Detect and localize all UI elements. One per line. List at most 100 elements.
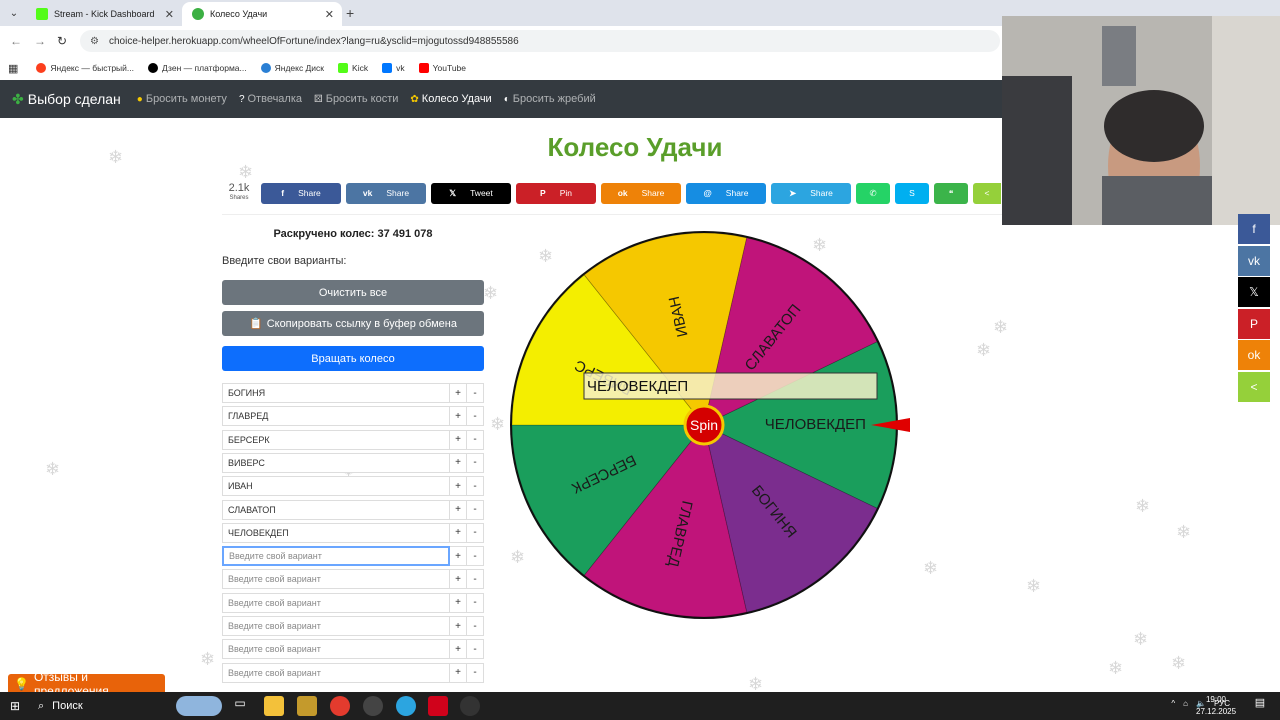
nav-wheel[interactable]: ✿ Колесо Удачи bbox=[410, 93, 491, 105]
nav-answer[interactable]: ? Отвечалка bbox=[239, 93, 302, 105]
remove-option-button[interactable]: - bbox=[467, 592, 484, 613]
add-option-button[interactable]: + bbox=[450, 429, 467, 450]
add-option-button[interactable]: + bbox=[450, 406, 467, 427]
site-info-icon[interactable]: ⚙ bbox=[90, 36, 99, 47]
url-field[interactable]: ⚙ choice-helper.herokuapp.com/wheelOfFor… bbox=[80, 30, 1000, 52]
back-icon[interactable]: ← bbox=[10, 34, 22, 48]
app-b-icon[interactable] bbox=[428, 696, 448, 716]
tray-chevron-icon[interactable]: ^ bbox=[1171, 699, 1175, 708]
nav-coin[interactable]: ● Бросить монету bbox=[137, 93, 227, 105]
option-input[interactable]: ЧЕЛОВЕКДЕП bbox=[222, 522, 450, 543]
tab-kick-dashboard[interactable]: Stream - Kick Dashboard ✕ bbox=[26, 2, 182, 26]
close-tab-icon[interactable]: ✕ bbox=[165, 8, 174, 21]
add-option-button[interactable]: + bbox=[450, 499, 467, 520]
windows-start-icon[interactable]: ⊞ bbox=[10, 699, 24, 713]
file-explorer-icon[interactable] bbox=[264, 696, 284, 716]
remove-option-button[interactable]: - bbox=[467, 569, 484, 590]
task-view-icon[interactable]: ▭ bbox=[230, 696, 250, 716]
tab-wheel-of-fortune[interactable]: Колесо Удачи ✕ bbox=[182, 2, 342, 26]
option-input[interactable]: ИВАН bbox=[222, 476, 450, 497]
option-input[interactable]: БЕРСЕРК bbox=[222, 429, 450, 450]
option-input[interactable]: Введите свой вариант bbox=[222, 639, 450, 660]
tab-search-icon[interactable]: ⌄ bbox=[4, 3, 24, 23]
notifications-icon[interactable]: ▤ bbox=[1250, 696, 1270, 716]
share-telegram-button[interactable]: ➤ Share bbox=[771, 182, 851, 204]
share-mail-button[interactable]: @ Share bbox=[686, 182, 766, 204]
remove-option-button[interactable]: - bbox=[467, 639, 484, 660]
bookmark-kick[interactable]: Kick bbox=[338, 63, 368, 73]
share-more-button[interactable]: < bbox=[973, 182, 1001, 204]
nav-lot[interactable]: ◐ Бросить жребий bbox=[504, 93, 596, 105]
option-input[interactable]: СЛАВАТОП bbox=[222, 499, 450, 520]
share-facebook-button[interactable]: f Share bbox=[261, 182, 341, 204]
remove-option-button[interactable]: - bbox=[467, 522, 484, 543]
search-highlight-icon[interactable] bbox=[176, 696, 222, 716]
option-input[interactable]: Введите свой вариант bbox=[222, 592, 450, 613]
brand-link[interactable]: ✤ Выбор сделан bbox=[12, 91, 121, 108]
share-vk-button[interactable]: vk Share bbox=[346, 182, 426, 204]
new-tab-icon[interactable]: + bbox=[346, 5, 354, 21]
remove-option-button[interactable]: - bbox=[467, 429, 484, 450]
remove-option-button[interactable]: - bbox=[467, 383, 484, 403]
share-messenger-button[interactable]: ❝ bbox=[934, 182, 968, 204]
clear-all-button[interactable]: Очистить все bbox=[222, 280, 484, 305]
option-input[interactable]: ГЛАВРЕД bbox=[222, 406, 450, 427]
add-option-button[interactable]: + bbox=[450, 522, 467, 543]
forward-icon[interactable]: → bbox=[34, 34, 46, 48]
wheel-of-fortune[interactable]: ЧЕЛОВЕКДЕПБОГИНЯГЛАВРЕДБЕРСЕРКВИВЕРСИВАН… bbox=[505, 225, 915, 625]
add-option-button[interactable]: + bbox=[450, 476, 467, 497]
option-input[interactable]: Введите свой вариант bbox=[222, 546, 450, 567]
side-share-button[interactable]: P bbox=[1238, 308, 1270, 339]
remove-option-button[interactable]: - bbox=[467, 476, 484, 497]
bookmark-vk[interactable]: vk bbox=[382, 63, 405, 73]
copy-link-button[interactable]: 📋 Скопировать ссылку в буфер обмена bbox=[222, 311, 484, 336]
option-input[interactable]: ВИВЕРС bbox=[222, 452, 450, 473]
apps-icon[interactable]: ▦ bbox=[8, 62, 18, 75]
bookmark-dzen[interactable]: Дзен — платформа... bbox=[148, 63, 247, 73]
bookmark-youtube[interactable]: YouTube bbox=[418, 63, 466, 73]
side-share-button[interactable]: f bbox=[1238, 214, 1270, 244]
share-x-button[interactable]: 𝕏 Tweet bbox=[431, 182, 511, 204]
option-row: Введите свой вариант + - bbox=[222, 592, 484, 613]
add-option-button[interactable]: + bbox=[450, 616, 467, 636]
remove-option-button[interactable]: - bbox=[467, 452, 484, 473]
feedback-button[interactable]: 💡 Отзывы и предложения bbox=[8, 670, 165, 698]
close-tab-icon[interactable]: ✕ bbox=[325, 8, 334, 21]
taskbar-clock[interactable]: 19:00 27.12.2025 bbox=[1196, 694, 1236, 718]
reload-icon[interactable]: ↻ bbox=[57, 34, 67, 48]
option-input[interactable]: Введите свой вариант bbox=[222, 662, 450, 683]
network-icon[interactable]: ⌂ bbox=[1183, 699, 1188, 708]
option-input[interactable]: Введите свой вариант bbox=[222, 569, 450, 590]
media-player-icon[interactable] bbox=[460, 696, 480, 716]
side-share-button[interactable]: < bbox=[1238, 372, 1270, 402]
option-input[interactable]: БОГИНЯ bbox=[222, 383, 450, 403]
nav-dice[interactable]: ⚄ Бросить кости bbox=[314, 93, 398, 105]
spin-wheel-button[interactable]: Вращать колесо bbox=[222, 346, 484, 371]
add-option-button[interactable]: + bbox=[450, 383, 467, 403]
add-option-button[interactable]: + bbox=[450, 592, 467, 613]
remove-option-button[interactable]: - bbox=[467, 616, 484, 636]
share-ok-button[interactable]: ok Share bbox=[601, 182, 681, 204]
remove-option-button[interactable]: - bbox=[467, 662, 484, 683]
remove-option-button[interactable]: - bbox=[467, 546, 484, 567]
option-input[interactable]: Введите свой вариант bbox=[222, 616, 450, 636]
obs-icon[interactable] bbox=[363, 696, 383, 716]
remove-option-button[interactable]: - bbox=[467, 406, 484, 427]
bookmark-yandex[interactable]: Яндекс — быстрый... bbox=[36, 63, 134, 73]
add-option-button[interactable]: + bbox=[450, 546, 467, 567]
side-share-button[interactable]: vk bbox=[1238, 245, 1270, 276]
share-pinterest-button[interactable]: P Pin bbox=[516, 182, 596, 204]
side-share-button[interactable]: 𝕏 bbox=[1238, 277, 1270, 308]
wow-app-icon[interactable] bbox=[297, 696, 317, 716]
telegram-app-icon[interactable] bbox=[396, 696, 416, 716]
add-option-button[interactable]: + bbox=[450, 662, 467, 683]
share-skype-button[interactable]: S bbox=[895, 182, 929, 204]
side-share-button[interactable]: ok bbox=[1238, 340, 1270, 371]
add-option-button[interactable]: + bbox=[450, 569, 467, 590]
add-option-button[interactable]: + bbox=[450, 452, 467, 473]
share-whatsapp-button[interactable]: ✆ bbox=[856, 182, 890, 204]
bookmark-yandex-disk[interactable]: Яндекс Диск bbox=[260, 63, 324, 73]
remove-option-button[interactable]: - bbox=[467, 499, 484, 520]
chrome-icon[interactable] bbox=[330, 696, 350, 716]
add-option-button[interactable]: + bbox=[450, 639, 467, 660]
